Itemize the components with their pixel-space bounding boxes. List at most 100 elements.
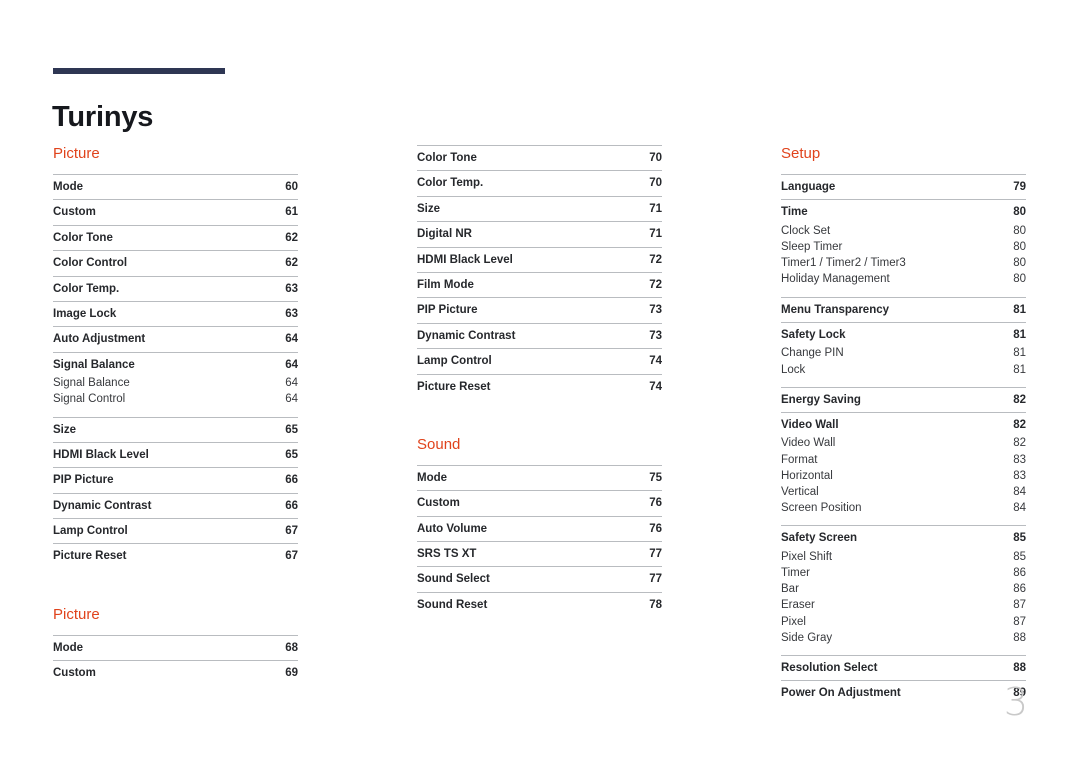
toc-entry[interactable]: Custom 69: [53, 660, 298, 685]
toc-entry[interactable]: Color Control 62: [53, 250, 298, 275]
toc-sub-entry[interactable]: Bar 86: [781, 583, 1026, 599]
toc-entry[interactable]: Picture Reset 67: [53, 543, 298, 568]
toc-entry-label: Clock Set: [781, 224, 831, 237]
toc-entry-page-number: 71: [649, 228, 662, 241]
toc-entry[interactable]: Auto Volume 76: [417, 515, 662, 541]
toc-entry-label: Film Mode: [417, 278, 474, 291]
toc-entry[interactable]: PIP Picture 73: [417, 297, 662, 322]
page-title: Turinys: [52, 101, 154, 134]
toc-group: Picture Reset 67: [53, 543, 298, 568]
toc-entry[interactable]: Signal Balance 64: [53, 351, 298, 377]
toc-sub-entry[interactable]: Timer 86: [781, 567, 1026, 583]
toc-entry-label: Pixel: [781, 615, 806, 628]
toc-entry[interactable]: Energy Saving 82: [781, 386, 1026, 412]
toc-entry-page-number: 76: [649, 497, 662, 510]
toc-entry[interactable]: Safety Lock 81: [781, 321, 1026, 347]
toc-entry[interactable]: Digital NR 71: [417, 221, 662, 246]
toc-entry[interactable]: Video Wall 82: [781, 412, 1026, 437]
toc-entry[interactable]: Lamp Control 74: [417, 348, 662, 373]
toc-sub-entry[interactable]: Video Wall 82: [781, 437, 1026, 453]
toc-entry[interactable]: Resolution Select 88: [781, 654, 1026, 680]
toc-entry[interactable]: Size 71: [417, 195, 662, 221]
toc-entry-label: Auto Adjustment: [53, 333, 146, 346]
toc-sub-entry[interactable]: Horizontal 83: [781, 470, 1026, 486]
toc-entry-page-number: 80: [1013, 206, 1026, 219]
toc-sub-entry[interactable]: Screen Position 84: [781, 502, 1026, 518]
toc-sub-entry[interactable]: Pixel 87: [781, 616, 1026, 632]
toc-entry-label: Language: [781, 181, 836, 193]
toc-entry-label: Mode: [53, 181, 84, 193]
toc-entry[interactable]: Size 65: [53, 416, 298, 442]
toc-entry-label: Energy Saving: [781, 393, 861, 406]
toc-entry[interactable]: Film Mode 72: [417, 271, 662, 297]
toc-entry[interactable]: Lamp Control 67: [53, 518, 298, 543]
toc-entry[interactable]: HDMI Black Level 65: [53, 441, 298, 467]
toc-sub-entry[interactable]: Signal Balance 64: [53, 377, 298, 393]
toc-column-1: Picture Mode 60 Custom 61 Color Tone 62 Color C…: [53, 145, 298, 686]
toc-group: SRS TS XT 77: [417, 541, 662, 566]
toc-entry[interactable]: HDMI Black Level 72: [417, 246, 662, 272]
toc-group: Color Tone 62: [53, 224, 298, 250]
toc-entry-label: Timer: [781, 566, 810, 579]
toc-entry[interactable]: SRS TS XT 77: [417, 541, 662, 566]
toc-entry-page-number: 80: [1013, 240, 1026, 253]
toc-entry-label: Holiday Management: [781, 273, 890, 286]
toc-entry[interactable]: Menu Transparency 81: [781, 296, 1026, 322]
toc-entry[interactable]: Language 79: [781, 174, 1026, 199]
toc-entry-label: Sleep Timer: [781, 240, 843, 253]
toc-entry[interactable]: Image Lock 63: [53, 300, 298, 326]
toc-entry[interactable]: Safety Screen 85: [781, 525, 1026, 550]
toc-entry-page-number: 62: [285, 257, 298, 270]
toc-entry[interactable]: Time 80: [781, 199, 1026, 224]
toc-entry[interactable]: Color Temp. 63: [53, 275, 298, 301]
toc-sub-entry[interactable]: Sleep Timer 80: [781, 241, 1026, 257]
toc-group: Color Control 62: [53, 250, 298, 275]
toc-sub-entry[interactable]: Timer1 / Timer2 / Timer3 80: [781, 257, 1026, 273]
toc-entry-label: Picture Reset: [53, 550, 127, 563]
toc-entry-page-number: 81: [1013, 347, 1026, 360]
toc-group: Color Tone 70: [417, 145, 662, 170]
toc-sub-entry[interactable]: Pixel Shift 85: [781, 551, 1026, 567]
toc-sub-entry[interactable]: Lock 81: [781, 364, 1026, 380]
toc-entry-page-number: 65: [285, 423, 298, 436]
toc-entry[interactable]: Power On Adjustment 89: [781, 680, 1026, 705]
toc-sub-entry[interactable]: Side Gray 88: [781, 632, 1026, 648]
toc-sub-entry[interactable]: Format 83: [781, 454, 1026, 470]
toc-entry[interactable]: Picture Reset 74: [417, 373, 662, 399]
toc-group: HDMI Black Level 72: [417, 246, 662, 272]
toc-sub-entry[interactable]: Signal Control 64: [53, 393, 298, 409]
toc-entry[interactable]: Dynamic Contrast 66: [53, 492, 298, 518]
toc-group: Color Temp. 70: [417, 170, 662, 195]
toc-group: Energy Saving 82: [781, 386, 1026, 412]
toc-entry[interactable]: Color Tone 70: [417, 145, 662, 170]
toc-entry[interactable]: Auto Adjustment 64: [53, 326, 298, 351]
toc-entry[interactable]: Custom 61: [53, 199, 298, 224]
toc-entry[interactable]: Mode 75: [417, 464, 662, 490]
toc-entry-label: Color Control: [53, 257, 128, 270]
toc-group: Time 80 Clock Set 80 Sleep Timer 80 Timer1 / T…: [781, 199, 1026, 296]
toc-group: Power On Adjustment 89: [781, 680, 1026, 705]
toc-entry[interactable]: Mode 68: [53, 634, 298, 660]
toc-entry[interactable]: Sound Select 77: [417, 566, 662, 591]
toc-entry-label: Picture Reset: [417, 380, 491, 393]
toc-entry[interactable]: Mode 60: [53, 174, 298, 199]
toc-sub-entry[interactable]: Change PIN 81: [781, 347, 1026, 363]
toc-entry-label: Menu Transparency: [781, 303, 890, 316]
toc-group: Custom 69: [53, 660, 298, 685]
toc-sub-entry[interactable]: Holiday Management 80: [781, 273, 1026, 289]
toc-entry[interactable]: Color Tone 62: [53, 224, 298, 250]
toc-entry-label: Signal Balance: [53, 377, 130, 390]
toc-entry[interactable]: PIP Picture 66: [53, 467, 298, 492]
toc-entry[interactable]: Sound Reset 78: [417, 591, 662, 617]
toc-entry[interactable]: Dynamic Contrast 73: [417, 322, 662, 348]
toc-sub-entry[interactable]: Vertical 84: [781, 486, 1026, 502]
toc-entry-label: Signal Control: [53, 393, 126, 406]
toc-sub-entry[interactable]: Clock Set 80: [781, 225, 1026, 241]
toc-entry-page-number: 63: [285, 307, 298, 320]
toc-entry[interactable]: Color Temp. 70: [417, 170, 662, 195]
toc-entry-label: SRS TS XT: [417, 548, 477, 561]
toc-entry-label: Mode: [53, 641, 84, 654]
toc-entry[interactable]: Custom 76: [417, 490, 662, 515]
toc-group: Lamp Control 74: [417, 348, 662, 373]
toc-sub-entry[interactable]: Eraser 87: [781, 599, 1026, 615]
